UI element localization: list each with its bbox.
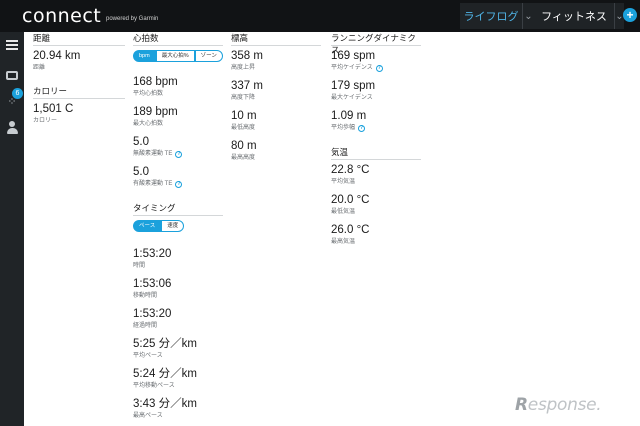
toggle-speed[interactable]: 速度 — [161, 220, 185, 232]
sidebar: ⁘ 6 — [0, 32, 24, 426]
user-icon[interactable] — [4, 120, 20, 136]
avg-cadence-label-row: 平均ケイデンス? — [331, 64, 421, 73]
toggle-max-hr-percent[interactable]: 最大心拍% — [155, 50, 195, 62]
column-elevation: 標高 358 m 高度上昇 337 m 高度下降 10 m 最低高度 80 m … — [231, 32, 321, 163]
section-heading-timing: タイミング — [133, 202, 223, 216]
avg-pace-value: 5:25 分／km — [133, 338, 197, 350]
menu-icon[interactable] — [4, 38, 20, 54]
min-elevation-label: 最低高度 — [231, 125, 256, 131]
max-elevation-value: 80 m — [231, 140, 257, 152]
notification-badge: 6 — [12, 88, 23, 99]
anaerobic-te-label-row: 無酸素運動 TE? — [133, 150, 223, 159]
elevation-gain-label: 高度上昇 — [231, 65, 256, 71]
max-temp-value: 26.0 °C — [331, 224, 370, 236]
timing-toggle: ペース 速度 — [133, 220, 223, 232]
add-icon[interactable]: + — [623, 8, 637, 22]
info-icon[interactable]: ? — [175, 151, 183, 158]
moving-time-value: 1:53:06 — [133, 278, 172, 290]
max-temp-label: 最高気温 — [331, 239, 356, 245]
avg-cadence-label: 平均ケイデンス — [331, 65, 373, 71]
tab-lifelog[interactable]: ライフログ — [460, 3, 522, 29]
info-icon[interactable]: ? — [175, 181, 183, 188]
toggle-pace[interactable]: ペース — [133, 220, 162, 232]
section-heading-elevation: 標高 — [231, 32, 321, 46]
elevation-loss-label: 高度下降 — [231, 95, 256, 101]
calories-label: カロリー — [33, 118, 58, 124]
moving-time-label: 移動時間 — [133, 293, 158, 299]
avg-cadence-value: 169 spm — [331, 50, 376, 62]
avg-temp-value: 22.8 °C — [331, 164, 370, 176]
chevron-down-icon[interactable]: ⌄ — [522, 3, 534, 29]
min-elevation-value: 10 m — [231, 110, 257, 122]
response-watermark: Response. — [515, 395, 602, 415]
avg-moving-pace-label: 平均移動ペース — [133, 383, 175, 389]
time-label: 時間 — [133, 263, 146, 269]
avg-stride-label: 平均歩幅 — [331, 125, 356, 131]
section-heading-distance: 距離 — [33, 32, 125, 46]
info-icon[interactable]: ? — [358, 125, 366, 132]
powered-by-text: powered by Garmin — [106, 16, 159, 22]
avg-hr-label: 平均心拍数 — [133, 91, 164, 97]
avg-pace-label: 平均ペース — [133, 353, 163, 359]
max-hr-value: 189 bpm — [133, 106, 178, 118]
watermark-r: R — [515, 395, 528, 415]
distance-label: 距離 — [33, 65, 46, 71]
garmin-connect-logo[interactable]: connect — [22, 5, 101, 27]
inbox-icon[interactable] — [4, 68, 20, 84]
aerobic-te-value: 5.0 — [133, 166, 149, 178]
best-pace-value: 3:43 分／km — [133, 398, 197, 410]
time-value: 1:53:20 — [133, 248, 172, 260]
anaerobic-te-label: 無酸素運動 TE — [133, 151, 173, 157]
avg-stride-value: 1.09 m — [331, 110, 367, 122]
column-distance: 距離 20.94 km 距離 カロリー 1,501 C カロリー — [33, 32, 125, 126]
heart-rate-toggle: bpm 最大心拍% ゾーン — [133, 50, 223, 62]
elapsed-time-value: 1:53:20 — [133, 308, 172, 320]
toggle-bpm[interactable]: bpm — [133, 50, 156, 62]
best-pace-label: 最高ペース — [133, 413, 163, 419]
min-temp-label: 最低気温 — [331, 209, 356, 215]
section-heading-calories: カロリー — [33, 85, 125, 99]
elapsed-time-label: 経過時間 — [133, 323, 158, 329]
info-icon[interactable]: ? — [375, 65, 383, 72]
toggle-zones[interactable]: ゾーン — [194, 50, 223, 62]
section-heading-temperature: 気温 — [331, 146, 421, 160]
elevation-gain-value: 358 m — [231, 50, 263, 62]
avg-hr-value: 168 bpm — [133, 76, 178, 88]
watermark-text: esponse. — [527, 395, 602, 415]
max-cadence-label: 最大ケイデンス — [331, 95, 373, 101]
max-cadence-value: 179 spm — [331, 80, 376, 92]
max-hr-label: 最大心拍数 — [133, 121, 164, 127]
section-heading-heart-rate: 心拍数 — [133, 32, 223, 46]
anaerobic-te-value: 5.0 — [133, 136, 149, 148]
elevation-loss-value: 337 m — [231, 80, 263, 92]
column-heart-timing: 心拍数 bpm 最大心拍% ゾーン 168 bpm 平均心拍数 189 bpm … — [133, 32, 223, 421]
tab-fitness[interactable]: フィットネス — [534, 3, 614, 29]
avg-temp-label: 平均気温 — [331, 179, 356, 185]
distance-value: 20.94 km — [33, 50, 81, 62]
avg-moving-pace-value: 5:24 分／km — [133, 368, 197, 380]
section-heading-running-dynamics: ランニングダイナミクス — [331, 32, 421, 55]
aerobic-te-label: 有酸素運動 TE — [133, 181, 173, 187]
avg-stride-label-row: 平均歩幅? — [331, 124, 421, 133]
min-temp-value: 20.0 °C — [331, 194, 370, 206]
column-running-temperature: ランニングダイナミクス 169 spm 平均ケイデンス? 179 spm 最大ケ… — [331, 32, 421, 247]
top-bar: connect powered by Garmin ライフログ ⌄ フィットネス… — [0, 0, 640, 32]
calories-value: 1,501 C — [33, 103, 74, 115]
aerobic-te-label-row: 有酸素運動 TE? — [133, 180, 223, 189]
max-elevation-label: 最高高度 — [231, 155, 256, 161]
